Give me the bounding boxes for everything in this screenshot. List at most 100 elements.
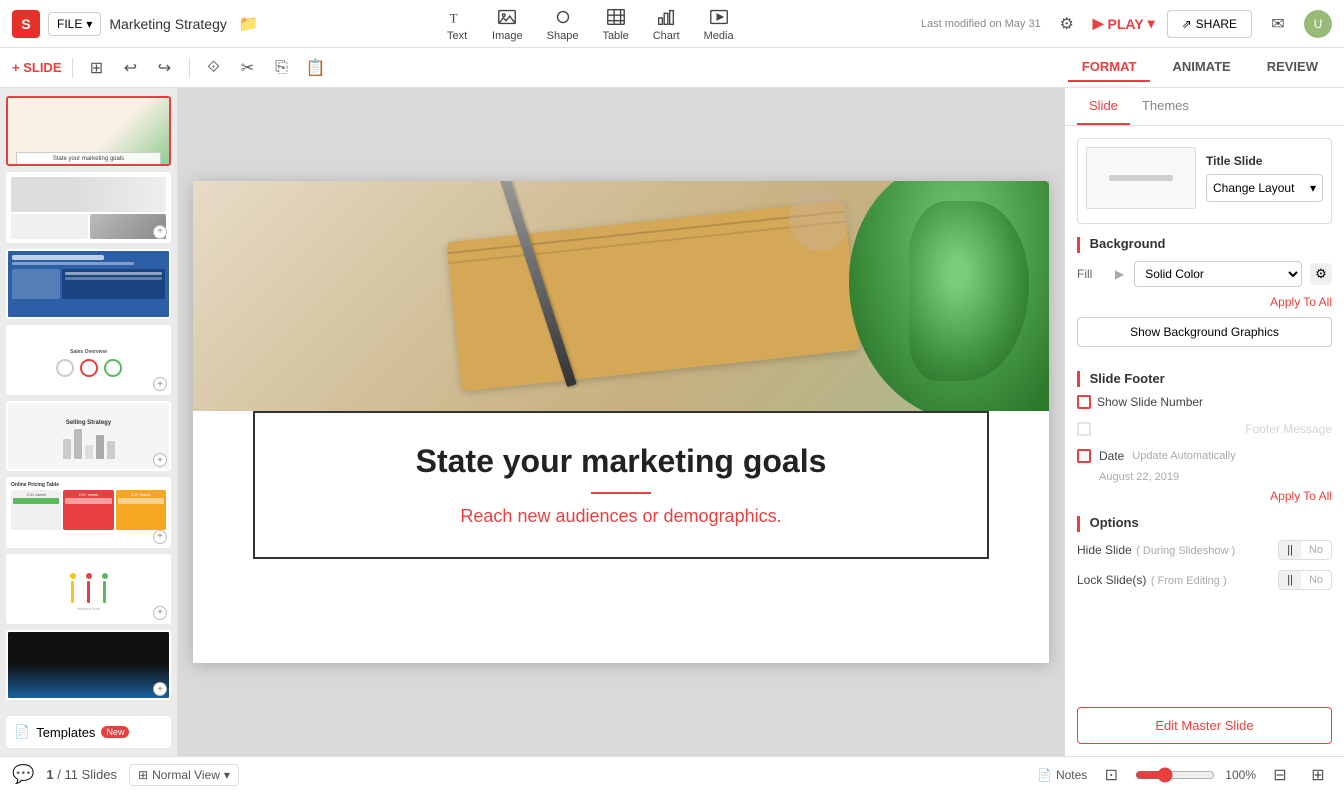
slide-thumb-6[interactable]: 6 Online Pricing Table 2.01 /week 2.0+ /… bbox=[6, 477, 171, 547]
slide-thumb-1[interactable]: 1 State your marketing goals bbox=[6, 96, 171, 166]
slide-thumb-3[interactable]: 3 bbox=[6, 249, 171, 319]
user-avatar[interactable]: U bbox=[1304, 10, 1332, 38]
notes-button[interactable]: 📄 Notes bbox=[1037, 768, 1087, 782]
layout-name: Title Slide bbox=[1206, 154, 1323, 168]
tab-review[interactable]: REVIEW bbox=[1253, 53, 1332, 82]
hide-slide-row: Hide Slide ( During Slideshow ) || No bbox=[1077, 540, 1332, 560]
lock-slide-toggle[interactable]: || No bbox=[1278, 570, 1332, 590]
bottom-right: 📄 Notes ⊡ 100% ⊟ ⊞ bbox=[1037, 761, 1332, 789]
footer-message-row: Footer Message bbox=[1077, 415, 1332, 443]
zoom-slider[interactable] bbox=[1135, 767, 1215, 783]
settings-icon[interactable]: ⚙ bbox=[1053, 10, 1081, 38]
background-header: Background bbox=[1077, 236, 1332, 253]
hide-slide-toggle[interactable]: || No bbox=[1278, 540, 1332, 560]
right-panel: Slide Themes Title Slide Change Layout ▾ bbox=[1064, 88, 1344, 756]
apply-to-all-background[interactable]: Apply To All bbox=[1077, 295, 1332, 309]
main-area: 1 State your marketing goals 2 bbox=[0, 88, 1344, 756]
tab-slide[interactable]: Slide bbox=[1077, 88, 1130, 125]
last-modified: Last modified on May 31 bbox=[921, 18, 1041, 30]
date-checkbox[interactable] bbox=[1077, 449, 1091, 463]
hide-slide-toggle-no[interactable]: No bbox=[1301, 541, 1331, 559]
date-row: Date Update Automatically bbox=[1077, 449, 1332, 463]
lock-slide-toggle-no[interactable]: No bbox=[1301, 571, 1331, 589]
document-title[interactable]: Marketing Strategy bbox=[109, 16, 227, 32]
zoom-fit-icon[interactable]: ⊞ bbox=[1304, 761, 1332, 789]
fill-row: Fill ▶ Solid Color Gradient Image None ⚙ bbox=[1077, 261, 1332, 287]
animate-icon[interactable]: ⟐ bbox=[200, 54, 228, 82]
view-selector[interactable]: ⊞ Normal View ▾ bbox=[129, 764, 239, 786]
cut-icon[interactable]: ✂ bbox=[234, 54, 262, 82]
add-after-slide-7[interactable]: + bbox=[153, 606, 167, 620]
toolbar-image[interactable]: Image bbox=[492, 6, 523, 42]
background-section: Background Fill ▶ Solid Color Gradient I… bbox=[1077, 236, 1332, 359]
svg-text:T: T bbox=[450, 11, 458, 25]
slide-sorter-icon[interactable]: ⊡ bbox=[1097, 761, 1125, 789]
add-after-slide-4[interactable]: + bbox=[153, 377, 167, 391]
toolbar-text[interactable]: T Text bbox=[446, 6, 468, 42]
slide-thumb-8[interactable]: 8 + bbox=[6, 630, 171, 700]
slide-thumb-2[interactable]: 2 + bbox=[6, 172, 171, 242]
slide-thumb-7[interactable]: 7 bbox=[6, 554, 171, 624]
bottom-bar: 💬 1 / 11 Slides ⊞ Normal View ▾ 📄 Notes … bbox=[0, 756, 1344, 792]
edit-master-slide-button[interactable]: Edit Master Slide bbox=[1077, 707, 1332, 744]
hide-slide-toggle-pause[interactable]: || bbox=[1279, 541, 1301, 559]
change-layout-button[interactable]: Change Layout ▾ bbox=[1206, 174, 1323, 202]
right-panel-tabs: Slide Themes bbox=[1065, 88, 1344, 126]
add-after-slide-2[interactable]: + bbox=[153, 225, 167, 239]
app-logo: S bbox=[12, 10, 40, 38]
tab-animate[interactable]: ANIMATE bbox=[1158, 53, 1244, 82]
paste-icon[interactable]: 📋 bbox=[302, 54, 330, 82]
slide-canvas[interactable]: State your marketing goals Reach new aud… bbox=[193, 181, 1049, 663]
folder-icon: 📁 bbox=[239, 14, 259, 34]
right-tabs: FORMAT ANIMATE REVIEW bbox=[1068, 53, 1332, 82]
grid-view-icon[interactable]: ⊞ bbox=[83, 54, 111, 82]
slide-thumb-5[interactable]: 5 Selling Strategy + bbox=[6, 401, 171, 471]
separator bbox=[72, 58, 73, 78]
fill-settings-icon[interactable]: ⚙ bbox=[1310, 263, 1332, 285]
toolbar-chart[interactable]: Chart bbox=[653, 6, 680, 42]
add-after-slide-8[interactable]: + bbox=[153, 682, 167, 696]
toolbar-shape[interactable]: Shape bbox=[547, 6, 579, 42]
show-slide-number-row: Show Slide Number bbox=[1077, 395, 1332, 409]
tab-themes[interactable]: Themes bbox=[1130, 88, 1201, 125]
templates-button[interactable]: 📄 Templates New bbox=[6, 716, 171, 748]
lock-slide-toggle-pause[interactable]: || bbox=[1279, 571, 1301, 589]
copy-icon[interactable]: ⎘ bbox=[268, 54, 296, 82]
footer-header: Slide Footer bbox=[1077, 371, 1332, 388]
tab-format[interactable]: FORMAT bbox=[1068, 53, 1151, 82]
main-toolbar: T Text Image Shape Table Chart Media bbox=[267, 6, 913, 42]
footer-section: Slide Footer Show Slide Number Footer Me… bbox=[1077, 371, 1332, 504]
play-button[interactable]: ▶ PLAY ▾ bbox=[1093, 15, 1155, 32]
page-indicator: 1 / 11 Slides bbox=[46, 767, 117, 782]
zoom-level: 100% bbox=[1225, 768, 1256, 782]
fill-select[interactable]: Solid Color Gradient Image None bbox=[1134, 261, 1302, 287]
mail-icon[interactable]: ✉ bbox=[1264, 10, 1292, 38]
show-background-graphics-button[interactable]: Show Background Graphics bbox=[1077, 317, 1332, 347]
slide-panel: 1 State your marketing goals 2 bbox=[0, 88, 178, 756]
add-after-slide-6[interactable]: + bbox=[153, 530, 167, 544]
slide-thumb-4[interactable]: 4 Sales Overview + bbox=[6, 325, 171, 395]
slide-content-area[interactable]: State your marketing goals Reach new aud… bbox=[253, 411, 989, 559]
second-toolbar: + SLIDE ⊞ ↩ ↪ ⟐ ✂ ⎘ 📋 FORMAT ANIMATE REV… bbox=[0, 48, 1344, 88]
top-bar-right: Last modified on May 31 ⚙ ▶ PLAY ▾ ⇗ SHA… bbox=[921, 10, 1332, 38]
options-header: Options bbox=[1077, 515, 1332, 532]
share-button[interactable]: ⇗ SHARE bbox=[1167, 10, 1252, 38]
lock-slide-row: Lock Slide(s) ( From Editing ) || No bbox=[1077, 570, 1332, 590]
right-panel-body: Title Slide Change Layout ▾ Background F… bbox=[1065, 126, 1344, 695]
file-menu-button[interactable]: FILE ▾ bbox=[48, 12, 101, 36]
comment-icon[interactable]: 💬 bbox=[12, 764, 34, 785]
toolbar-table[interactable]: Table bbox=[602, 6, 628, 42]
fill-label: Fill bbox=[1077, 267, 1107, 281]
canvas-area: State your marketing goals Reach new aud… bbox=[178, 88, 1064, 756]
redo-icon[interactable]: ↪ bbox=[151, 54, 179, 82]
layout-preview-mini bbox=[1086, 147, 1196, 209]
add-slide-button[interactable]: + SLIDE bbox=[12, 60, 62, 75]
footer-message-input[interactable] bbox=[1097, 415, 1239, 437]
show-slide-number-checkbox[interactable] bbox=[1077, 395, 1091, 409]
options-section: Options Hide Slide ( During Slideshow ) … bbox=[1077, 515, 1332, 590]
footer-message-checkbox[interactable] bbox=[1077, 422, 1091, 436]
undo-icon[interactable]: ↩ bbox=[117, 54, 145, 82]
zoom-out-icon[interactable]: ⊟ bbox=[1266, 761, 1294, 789]
toolbar-media[interactable]: Media bbox=[704, 6, 734, 42]
apply-to-all-footer[interactable]: Apply To All bbox=[1077, 489, 1332, 503]
